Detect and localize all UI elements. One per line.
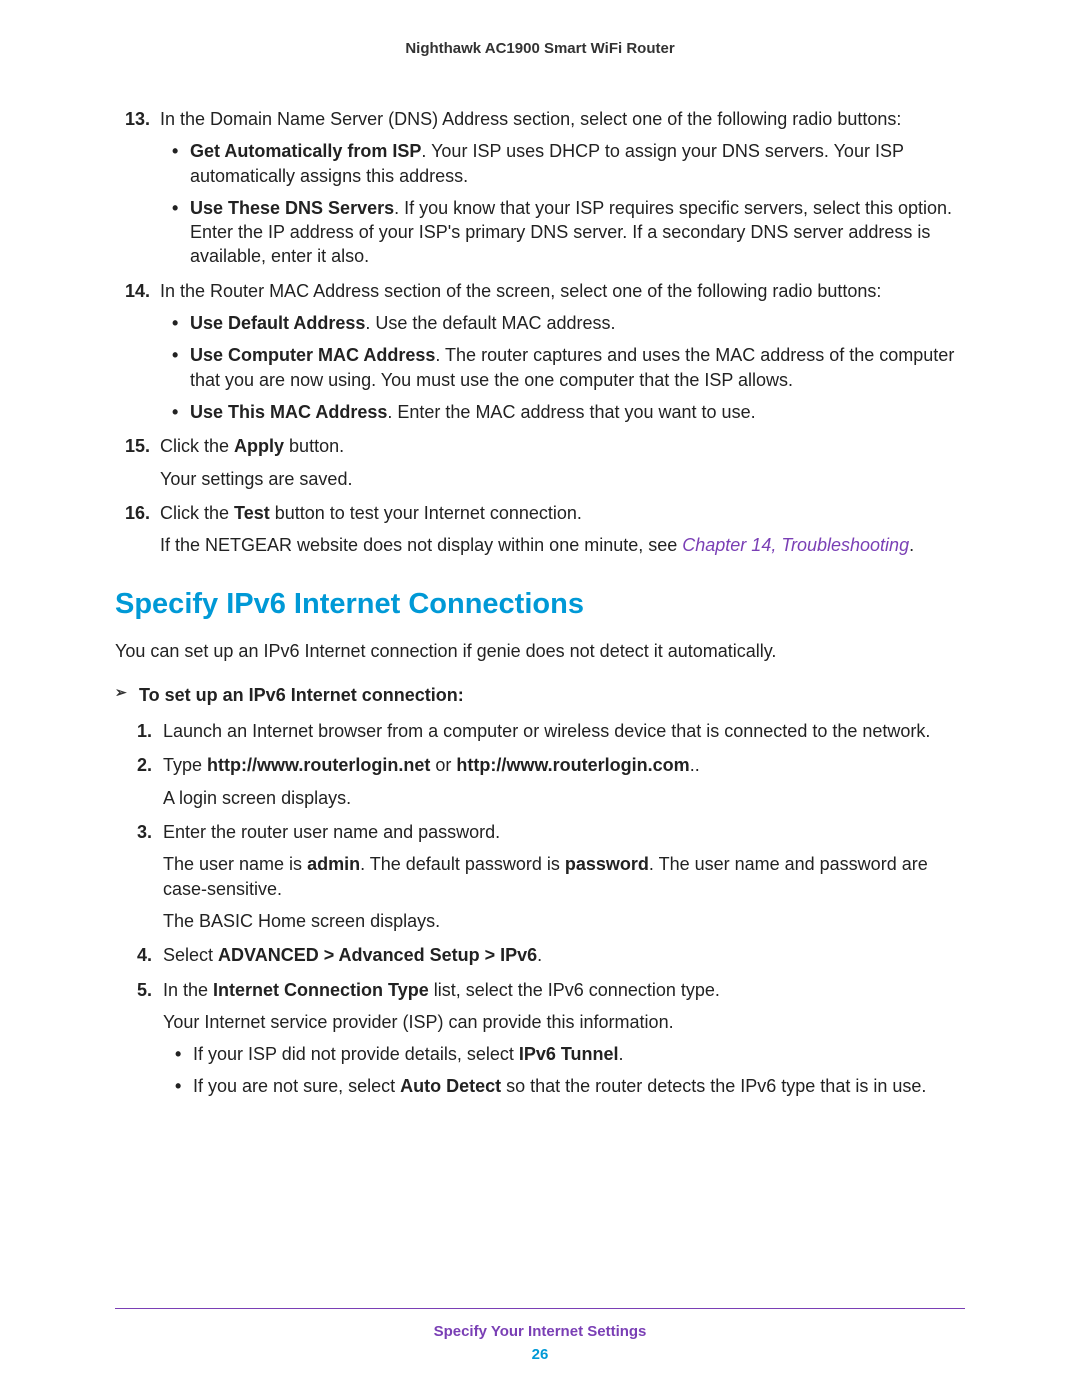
step-5: 5. In the Internet Connection Type list,… [115, 978, 965, 1099]
bullet-item: If you are not sure, select Auto Detect … [163, 1074, 965, 1098]
t: ADVANCED > Advanced Setup > IPv6 [218, 945, 537, 965]
item-para: Your settings are saved. [160, 467, 965, 491]
step-number: 5. [137, 978, 152, 1002]
t: . The default password is [360, 854, 565, 874]
bullet-rest: . Use the default MAC address. [365, 313, 615, 333]
t: password [565, 854, 649, 874]
procedure-title: To set up an IPv6 Internet connection: [115, 683, 965, 707]
page-footer: Specify Your Internet Settings 26 [0, 1308, 1080, 1363]
bullet-rest: . Enter the MAC address that you want to… [387, 402, 755, 422]
item-text: Click the Test button to test your Inter… [160, 503, 582, 523]
t: IPv6 Tunnel [519, 1044, 619, 1064]
item-text: In the Router MAC Address section of the… [160, 281, 881, 301]
bullet-bold: Use Default Address [190, 313, 365, 333]
t: button. [284, 436, 344, 456]
bullet-bold: Use Computer MAC Address [190, 345, 435, 365]
section-intro: You can set up an IPv6 Internet connecti… [115, 639, 965, 663]
t: .. [690, 755, 700, 775]
t: or [430, 755, 456, 775]
bullet-item: Use These DNS Servers. If you know that … [160, 196, 965, 269]
bullet-bold: Use These DNS Servers [190, 198, 394, 218]
list-item-13: 13. In the Domain Name Server (DNS) Addr… [115, 107, 965, 269]
t: Internet Connection Type [213, 980, 429, 1000]
step-text: Type http://www.routerlogin.net or http:… [163, 755, 700, 775]
list-item-15: 15. Click the Apply button. Your setting… [115, 434, 965, 491]
bullet-item: Use Default Address. Use the default MAC… [160, 311, 965, 335]
t: Type [163, 755, 207, 775]
t: . [909, 535, 914, 555]
list-item-16: 16. Click the Test button to test your I… [115, 501, 965, 558]
step-text: Launch an Internet browser from a comput… [163, 721, 930, 741]
bullet-bold: Use This MAC Address [190, 402, 387, 422]
t: Apply [234, 436, 284, 456]
step-text: In the Internet Connection Type list, se… [163, 980, 720, 1000]
t: If your ISP did not provide details, sel… [193, 1044, 519, 1064]
t: http://www.routerlogin.net [207, 755, 430, 775]
section-heading: Specify IPv6 Internet Connections [115, 585, 965, 624]
step-para: The user name is admin. The default pass… [163, 852, 965, 901]
t: list, select the IPv6 connection type. [429, 980, 720, 1000]
bullet-item: Use This MAC Address. Enter the MAC addr… [160, 400, 965, 424]
bullet-item: Get Automatically from ISP. Your ISP use… [160, 139, 965, 188]
step-number: 4. [137, 943, 152, 967]
step-number: 1. [137, 719, 152, 743]
t: admin [307, 854, 360, 874]
t: http://www.routerlogin.com [456, 755, 689, 775]
step-para: Your Internet service provider (ISP) can… [163, 1010, 965, 1034]
step-para: The BASIC Home screen displays. [163, 909, 965, 933]
bullet-list: Get Automatically from ISP. Your ISP use… [160, 139, 965, 268]
step-para: A login screen displays. [163, 786, 965, 810]
bullet-list: If your ISP did not provide details, sel… [163, 1042, 965, 1099]
bullet-bold: Get Automatically from ISP [190, 141, 421, 161]
step-number: 2. [137, 753, 152, 777]
item-text: In the Domain Name Server (DNS) Address … [160, 109, 901, 129]
t: If the NETGEAR website does not display … [160, 535, 682, 555]
t: so that the router detects the IPv6 type… [501, 1076, 926, 1096]
item-text: Click the Apply button. [160, 436, 344, 456]
page-content: 13. In the Domain Name Server (DNS) Addr… [115, 107, 965, 1099]
t: . [619, 1044, 624, 1064]
t: . [537, 945, 542, 965]
t: Select [163, 945, 218, 965]
t: Click the [160, 503, 234, 523]
list-item-14: 14. In the Router MAC Address section of… [115, 279, 965, 424]
bullet-item: Use Computer MAC Address. The router cap… [160, 343, 965, 392]
step-text: Enter the router user name and password. [163, 822, 500, 842]
bullet-list: Use Default Address. Use the default MAC… [160, 311, 965, 424]
item-number: 15. [125, 434, 150, 458]
t: The user name is [163, 854, 307, 874]
t: In the [163, 980, 213, 1000]
footer-title: Specify Your Internet Settings [0, 1323, 1080, 1340]
step-4: 4. Select ADVANCED > Advanced Setup > IP… [115, 943, 965, 967]
page-header: Nighthawk AC1900 Smart WiFi Router [115, 40, 965, 57]
step-1: 1. Launch an Internet browser from a com… [115, 719, 965, 743]
bullet-item: If your ISP did not provide details, sel… [163, 1042, 965, 1066]
t: button to test your Internet connection. [270, 503, 582, 523]
step-number: 3. [137, 820, 152, 844]
step-text: Select ADVANCED > Advanced Setup > IPv6. [163, 945, 542, 965]
item-number: 16. [125, 501, 150, 525]
item-number: 14. [125, 279, 150, 303]
t: Click the [160, 436, 234, 456]
item-number: 13. [125, 107, 150, 131]
page: Nighthawk AC1900 Smart WiFi Router 13. I… [0, 0, 1080, 1397]
t: If you are not sure, select [193, 1076, 400, 1096]
numbered-list-steps: 1. Launch an Internet browser from a com… [115, 719, 965, 1099]
item-para: If the NETGEAR website does not display … [160, 533, 965, 557]
cross-ref-link[interactable]: Chapter 14, Troubleshooting [682, 535, 909, 555]
step-2: 2. Type http://www.routerlogin.net or ht… [115, 753, 965, 810]
t: Auto Detect [400, 1076, 501, 1096]
footer-rule [115, 1308, 965, 1309]
page-number: 26 [0, 1346, 1080, 1363]
t: Test [234, 503, 270, 523]
numbered-list-top: 13. In the Domain Name Server (DNS) Addr… [115, 107, 965, 557]
step-3: 3. Enter the router user name and passwo… [115, 820, 965, 933]
